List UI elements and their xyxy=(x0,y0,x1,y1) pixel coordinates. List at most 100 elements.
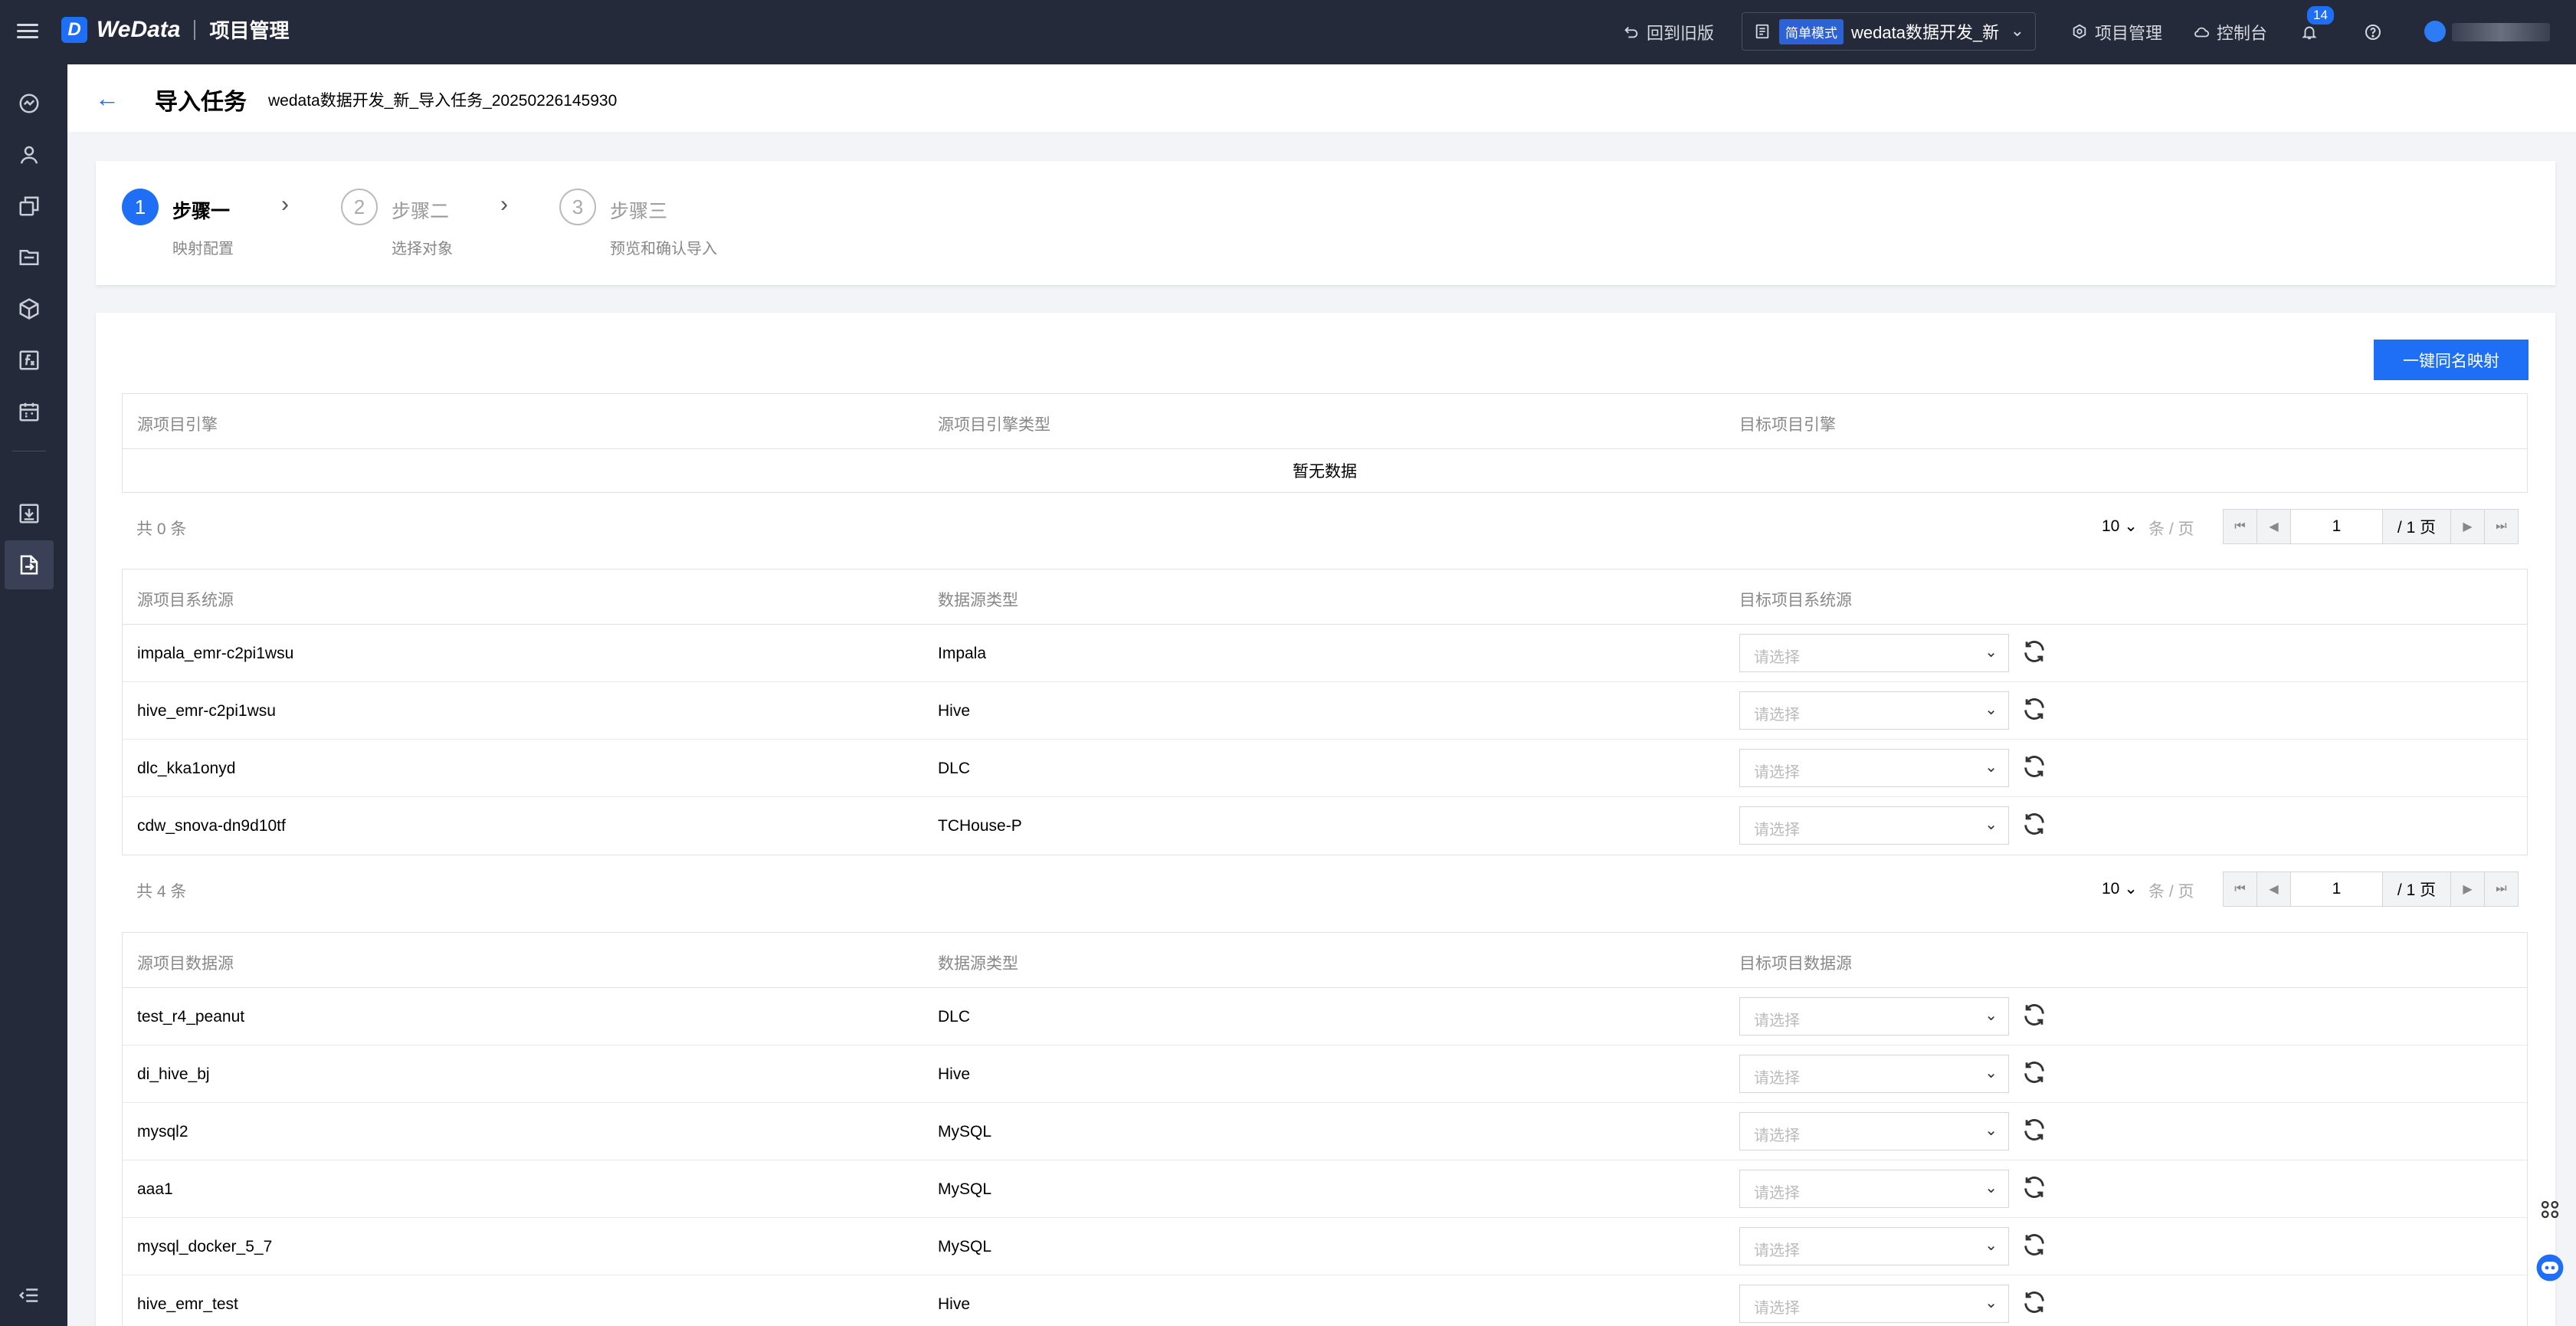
project-management-link[interactable]: 项目管理 xyxy=(2070,17,2162,48)
refresh-icon[interactable] xyxy=(2021,638,2047,665)
project-selector[interactable]: 简单模式 wedata数据开发_新 ⌄ xyxy=(1742,12,2036,51)
target-select[interactable]: 请选择 ⌄ xyxy=(1739,691,2009,730)
source-name: mysql_docker_5_7 xyxy=(137,1238,273,1255)
sidebar-item-calendar[interactable] xyxy=(5,387,54,436)
sidebar-item-export[interactable] xyxy=(5,489,54,538)
sidebar-item-folder[interactable] xyxy=(5,233,54,282)
target-select[interactable]: 请选择 ⌄ xyxy=(1739,1227,2009,1265)
refresh-icon[interactable] xyxy=(2021,696,2047,722)
source-name: hive_emr_test xyxy=(137,1295,238,1313)
column-header: 数据源类型 xyxy=(938,592,1018,609)
apps-icon[interactable] xyxy=(2535,1194,2565,1225)
target-select[interactable]: 请选择 ⌄ xyxy=(1739,1285,2009,1323)
select-placeholder: 请选择 xyxy=(1754,649,1800,666)
page-size-unit: 条 / 页 xyxy=(2148,883,2194,901)
console-link[interactable]: 控制台 xyxy=(2192,17,2267,48)
target-select[interactable]: 请选择 ⌄ xyxy=(1739,634,2009,672)
sidebar-item-members[interactable] xyxy=(5,130,54,179)
back-arrow-icon[interactable]: ← xyxy=(95,84,120,113)
same-name-mapping-button[interactable]: 一键同名映射 xyxy=(2374,340,2528,380)
table-row: mysql_docker_5_7 MySQL 请选择 ⌄ xyxy=(123,1218,2527,1275)
system-source-table: 源项目系统源 数据源类型 目标项目系统源 impala_emr-c2pi1wsu… xyxy=(122,569,2528,855)
step-number: 1 xyxy=(122,189,159,225)
empty-state: 暂无数据 xyxy=(1293,463,1357,481)
sidebar-collapse-button[interactable] xyxy=(5,1271,54,1320)
page-input[interactable]: 1 xyxy=(2291,510,2383,543)
refresh-icon[interactable] xyxy=(2021,753,2047,780)
page-size-select[interactable]: 10 ⌄ xyxy=(2102,879,2138,898)
table-row: mysql2 MySQL 请选择 ⌄ xyxy=(123,1103,2527,1160)
user-name-blurred[interactable] xyxy=(2452,23,2550,41)
step-number: 3 xyxy=(559,189,596,225)
export-icon xyxy=(19,504,39,524)
page-input[interactable]: 1 xyxy=(2291,872,2383,906)
table-row: di_hive_bj Hive 请选择 ⌄ xyxy=(123,1045,2527,1103)
assistant-icon[interactable] xyxy=(2535,1252,2565,1283)
select-placeholder: 请选择 xyxy=(1754,1185,1800,1202)
chevron-down-icon: ⌄ xyxy=(1984,816,1998,833)
steps-card: 1 步骤一 映射配置 › 2 步骤二 选择对象 › 3 步骤三 预览和确认导入 xyxy=(96,161,2555,285)
total-pages: / 1 页 xyxy=(2383,510,2450,543)
refresh-icon[interactable] xyxy=(2021,1117,2047,1143)
last-page-icon[interactable]: ⏭ xyxy=(2484,510,2518,543)
sidebar-item-resources[interactable] xyxy=(5,182,54,231)
total-count: 共 0 条 xyxy=(136,520,187,538)
refresh-icon[interactable] xyxy=(2021,811,2047,837)
project-name: wedata数据开发_新 xyxy=(1851,23,2000,42)
source-name: di_hive_bj xyxy=(137,1065,210,1083)
engine-table: 源项目引擎 源项目引擎类型 目标项目引擎 暂无数据 xyxy=(122,393,2528,493)
step-desc: 选择对象 xyxy=(392,241,453,258)
target-select[interactable]: 请选择 ⌄ xyxy=(1739,1055,2009,1093)
column-header: 数据源类型 xyxy=(938,955,1018,973)
menu-icon[interactable] xyxy=(17,20,38,41)
page-size-unit: 条 / 页 xyxy=(2148,520,2194,538)
sidebar-item-overview[interactable] xyxy=(5,79,54,128)
gear-icon xyxy=(2070,23,2089,41)
first-page-icon[interactable]: ⏮ xyxy=(2224,872,2257,906)
target-select[interactable]: 请选择 ⌄ xyxy=(1739,749,2009,787)
logo[interactable]: D WeData 项目管理 xyxy=(61,15,290,44)
pager-controls: ⏮ ◀ 1 / 1 页 ▶ ⏭ xyxy=(2223,509,2519,544)
sidebar-item-functions[interactable] xyxy=(5,336,54,385)
collapse-icon xyxy=(18,1288,38,1302)
page-header: ← 导入任务 wedata数据开发_新_导入任务_20250226145930 xyxy=(67,64,2576,132)
prev-page-icon[interactable]: ◀ xyxy=(2257,872,2291,906)
sidebar-item-engines[interactable] xyxy=(5,284,54,333)
select-placeholder: 请选择 xyxy=(1754,1242,1800,1259)
page-size-select[interactable]: 10 ⌄ xyxy=(2102,517,2138,536)
next-page-icon[interactable]: ▶ xyxy=(2450,510,2484,543)
last-page-icon[interactable]: ⏭ xyxy=(2484,872,2518,906)
user-avatar[interactable] xyxy=(2424,21,2446,42)
help-button[interactable] xyxy=(2364,17,2382,48)
step-desc: 映射配置 xyxy=(172,241,234,258)
sidebar-item-import[interactable] xyxy=(5,540,54,589)
column-header: 目标项目数据源 xyxy=(1739,955,1852,973)
target-select[interactable]: 请选择 ⌄ xyxy=(1739,997,2009,1036)
chevron-down-icon: ⌄ xyxy=(1984,701,1998,718)
select-placeholder: 请选择 xyxy=(1754,764,1800,781)
chevron-down-icon: ⌄ xyxy=(1984,759,1998,776)
user-icon xyxy=(20,146,38,164)
target-select[interactable]: 请选择 ⌄ xyxy=(1739,1112,2009,1150)
prev-page-icon[interactable]: ◀ xyxy=(2257,510,2291,543)
back-to-old-version-link[interactable]: 回到旧版 xyxy=(1622,17,1714,48)
target-select[interactable]: 请选择 ⌄ xyxy=(1739,1170,2009,1208)
next-page-icon[interactable]: ▶ xyxy=(2450,872,2484,906)
refresh-icon[interactable] xyxy=(2021,1174,2047,1200)
refresh-icon[interactable] xyxy=(2021,1289,2047,1315)
refresh-icon[interactable] xyxy=(2021,1002,2047,1028)
table-row: hive_emr-c2pi1wsu Hive 请选择 ⌄ xyxy=(123,682,2527,740)
table-row: impala_emr-c2pi1wsu Impala 请选择 ⌄ xyxy=(123,625,2527,682)
source-type: Hive xyxy=(938,702,971,720)
refresh-icon[interactable] xyxy=(2021,1232,2047,1258)
column-header: 源项目引擎类型 xyxy=(938,416,1050,434)
layers-icon xyxy=(19,196,39,216)
column-header: 目标项目系统源 xyxy=(1739,592,1852,609)
target-select[interactable]: 请选择 ⌄ xyxy=(1739,806,2009,845)
chevron-right-icon: › xyxy=(281,192,289,217)
refresh-icon[interactable] xyxy=(2021,1059,2047,1085)
chevron-down-icon: ⌄ xyxy=(1984,1007,1998,1024)
first-page-icon[interactable]: ⏮ xyxy=(2224,510,2257,543)
chevron-down-icon: ⌄ xyxy=(1984,1122,1998,1139)
system-pagination: 共 4 条 10 ⌄ 条 / 页 ⏮ ◀ 1 / 1 页 ▶ ⏭ xyxy=(122,865,2528,911)
